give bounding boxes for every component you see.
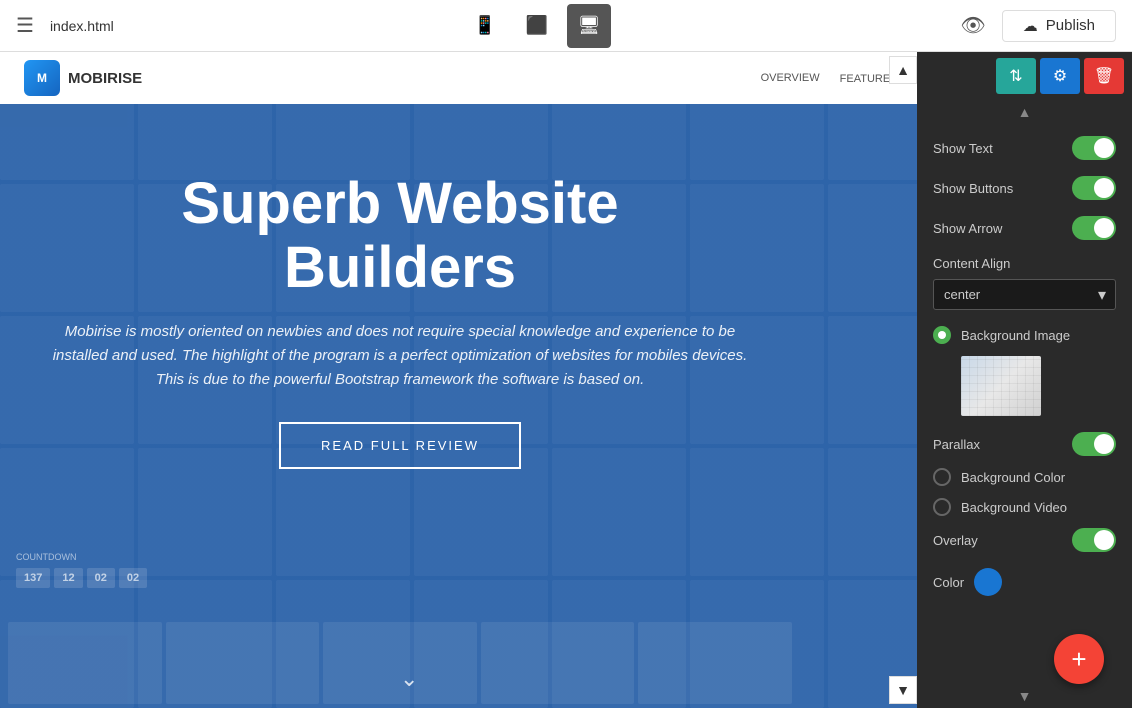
topbar: ☰ index.html 📱 ⬛ 🖥 👁 ☁ Publish: [0, 0, 1132, 52]
publish-label: Publish: [1046, 17, 1095, 34]
fake-nav-logo: M MOBIRISE: [24, 60, 142, 96]
show-text-label: Show Text: [933, 141, 993, 156]
content-align-section: Content Align center left right: [933, 256, 1116, 310]
bg-color-row: Background Color: [933, 468, 1116, 486]
main-area: M MOBIRISE OVERVIEW FEATURES ▾ HELP ▾ DO…: [0, 52, 1132, 708]
countdown-section: COUNTDOWN 137 12 02 02: [16, 552, 147, 588]
bottom-thumb: [481, 622, 635, 704]
publish-btn[interactable]: ☁ Publish: [1002, 10, 1116, 42]
content-align-select[interactable]: center left right: [933, 279, 1116, 310]
hero-cta-button[interactable]: READ FULL REVIEW: [279, 422, 521, 469]
panel-scroll-down-arrow[interactable]: ▼: [1018, 688, 1032, 704]
bottom-strip: [0, 618, 800, 708]
bg-video-row: Background Video: [933, 498, 1116, 516]
show-arrow-label: Show Arrow: [933, 221, 1002, 236]
parallax-row: Parallax: [933, 432, 1116, 456]
countdown-boxes: 137 12 02 02: [16, 568, 147, 588]
panel-settings-btn[interactable]: ⚙: [1040, 58, 1080, 94]
device-switcher: 📱 ⬛ 🖥: [114, 4, 961, 48]
settings-panel: ⇅ ⚙ 🗑 ▲ Show Text Show Buttons Show Arro…: [917, 52, 1132, 708]
side-scroll-down[interactable]: ▼: [889, 676, 917, 704]
fake-logo-icon: M: [24, 60, 60, 96]
show-arrow-row: Show Arrow: [933, 216, 1116, 240]
bg-video-label: Background Video: [961, 500, 1067, 515]
preview-btn[interactable]: 👁: [960, 13, 985, 38]
bg-image-row: Background Image: [933, 326, 1116, 344]
hero-subtitle: Mobirise is mostly oriented on newbies a…: [40, 320, 760, 392]
show-arrow-toggle[interactable]: [1072, 216, 1116, 240]
color-swatch[interactable]: [974, 568, 1002, 596]
scroll-arrow[interactable]: ⌄: [400, 666, 418, 692]
bg-video-radio[interactable]: [933, 498, 951, 516]
fake-logo-text: MOBIRISE: [68, 70, 142, 87]
hamburger-icon[interactable]: ☰: [16, 13, 34, 38]
bg-thumb-inner: [961, 356, 1041, 416]
hero-title: Superb WebsiteBuilders: [40, 172, 760, 300]
bg-image-label: Background Image: [961, 328, 1070, 343]
overlay-toggle[interactable]: [1072, 528, 1116, 552]
publish-cloud-icon: ☁: [1023, 17, 1038, 35]
show-text-row: Show Text: [933, 136, 1116, 160]
bg-color-radio[interactable]: [933, 468, 951, 486]
panel-delete-btn[interactable]: 🗑: [1084, 58, 1124, 94]
bg-image-radio[interactable]: [933, 326, 951, 344]
panel-toolbar: ⇅ ⚙ 🗑: [917, 52, 1132, 100]
fake-nav-link-overview: OVERVIEW: [761, 72, 820, 84]
content-align-dropdown-wrap: center left right: [933, 279, 1116, 310]
show-text-toggle[interactable]: [1072, 136, 1116, 160]
hero-content: Superb WebsiteBuilders Mobirise is mostl…: [0, 172, 800, 469]
show-buttons-row: Show Buttons: [933, 176, 1116, 200]
device-mobile-btn[interactable]: 📱: [463, 4, 507, 48]
bg-image-thumbnail-wrap[interactable]: [961, 356, 1116, 416]
parallax-toggle[interactable]: [1072, 432, 1116, 456]
bg-image-thumbnail[interactable]: [961, 356, 1041, 416]
show-buttons-label: Show Buttons: [933, 181, 1013, 196]
filename: index.html: [50, 18, 114, 34]
topbar-right: 👁 ☁ Publish: [960, 10, 1116, 42]
overlay-label: Overlay: [933, 533, 978, 548]
topbar-left: ☰ index.html: [16, 13, 114, 38]
countdown-seconds: 02: [119, 568, 147, 588]
bottom-thumb: [638, 622, 792, 704]
panel-scroll-up-arrow[interactable]: ▲: [1018, 104, 1032, 120]
device-tablet-btn[interactable]: ⬛: [515, 4, 559, 48]
countdown-days: 137: [16, 568, 50, 588]
show-buttons-toggle[interactable]: [1072, 176, 1116, 200]
side-scroll-up[interactable]: ▲: [889, 56, 917, 84]
panel-move-btn[interactable]: ⇅: [996, 58, 1036, 94]
panel-content: Show Text Show Buttons Show Arrow Conten…: [917, 124, 1132, 684]
overlay-row: Overlay: [933, 528, 1116, 552]
countdown-minutes: 02: [87, 568, 115, 588]
parallax-label: Parallax: [933, 437, 980, 452]
color-row: Color: [933, 568, 1116, 596]
bg-color-label: Background Color: [961, 470, 1065, 485]
countdown-hours: 12: [54, 568, 82, 588]
fab-button[interactable]: +: [1054, 634, 1104, 684]
bottom-thumb: [8, 622, 162, 704]
countdown-label: COUNTDOWN: [16, 552, 147, 562]
content-align-label: Content Align: [933, 256, 1116, 271]
bottom-thumb: [166, 622, 320, 704]
device-desktop-btn[interactable]: 🖥: [567, 4, 611, 48]
color-label: Color: [933, 575, 964, 590]
